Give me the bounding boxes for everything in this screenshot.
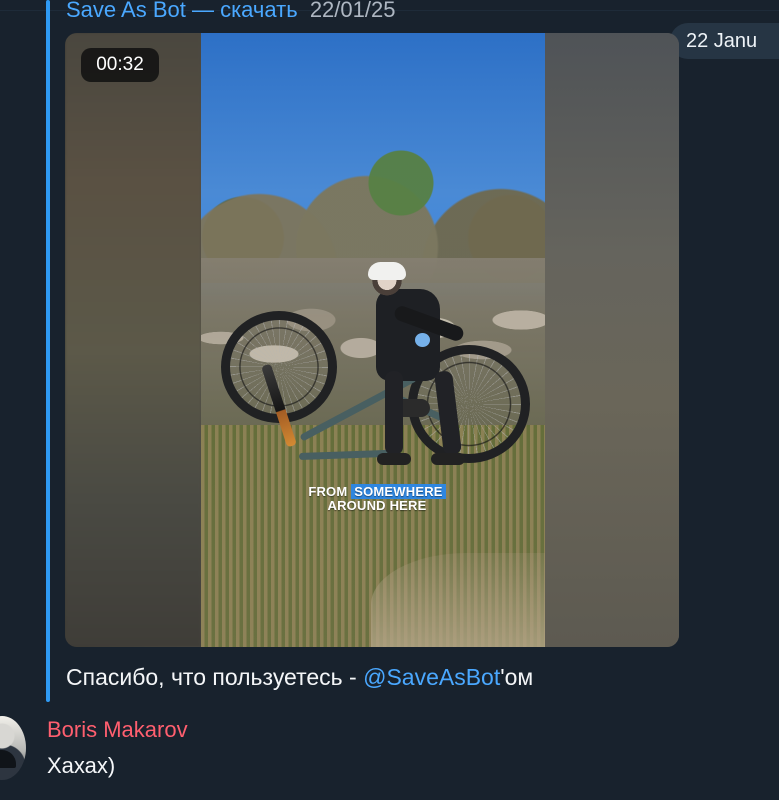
forward-quote-bar (46, 0, 50, 702)
rider-left-leg (385, 371, 403, 455)
forwarded-date: 22/01/25 (309, 0, 396, 22)
trees (201, 33, 545, 283)
caption-highlight: SOMEWHERE (351, 484, 446, 499)
bot-mention-link[interactable]: @SaveAsBot (363, 664, 500, 690)
rider-body (376, 289, 440, 381)
rider-left-shoe (377, 453, 411, 465)
video-blur-left (65, 33, 201, 647)
reply-author[interactable]: Boris Makarov (47, 716, 188, 744)
video-thumbnail[interactable]: FROM SOMEWHERE AROUND HERE (201, 33, 545, 647)
video-message[interactable]: FROM SOMEWHERE AROUND HERE 00:32 (65, 33, 679, 647)
caption-word-from: FROM (308, 484, 348, 499)
message-prefix: Спасибо, что пользуетесь - (66, 664, 364, 690)
video-caption: FROM SOMEWHERE AROUND HERE (297, 484, 457, 513)
message-suffix: 'ом (500, 664, 534, 690)
reply-text: Хахах) (47, 753, 116, 778)
avatar[interactable] (0, 716, 26, 780)
forwarded-sender-name[interactable]: Save As Bot — скачать (66, 0, 298, 22)
rider-right-shoe (431, 453, 465, 465)
blue-glove (415, 333, 430, 347)
forwarded-message-text: Спасибо, что пользуетесь - @SaveAsBot'ом (66, 662, 533, 692)
chat-window: Save As Bot — скачать 22/01/25 22 Janu F… (0, 0, 779, 800)
caption-line-2: AROUND HERE (327, 498, 427, 513)
video-blur-right (545, 33, 679, 647)
white-helmet (368, 262, 406, 280)
forwarded-sender-line: Save As Bot — скачать 22/01/25 (66, 0, 395, 24)
date-pill: 22 Janu (670, 23, 779, 59)
video-duration-badge: 00:32 (81, 48, 159, 82)
